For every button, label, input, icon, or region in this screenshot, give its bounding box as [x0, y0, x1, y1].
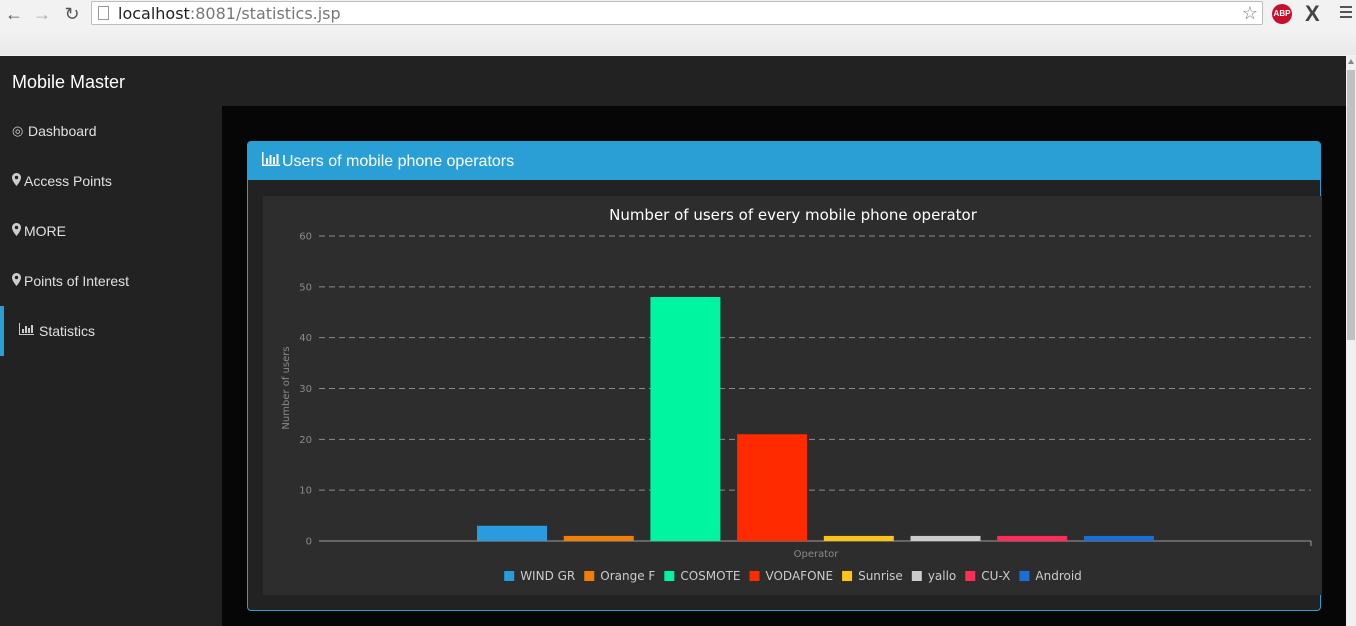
- legend-item: WIND GR: [520, 569, 575, 583]
- sidebar-item-dashboard[interactable]: ◎ Dashboard: [0, 106, 222, 156]
- sidebar-item-label: MORE: [24, 223, 66, 239]
- y-tick-label: 20: [299, 435, 312, 446]
- legend-swatch: [504, 571, 515, 581]
- sidebar-item-label: Points of Interest: [24, 273, 130, 289]
- browser-menu-icon[interactable]: [1340, 6, 1352, 21]
- legend-swatch: [749, 571, 760, 581]
- panel-header: Users of mobile phone operators: [248, 142, 1320, 180]
- sidebar-item-access-points[interactable]: Access Points: [0, 156, 222, 206]
- url-path: :8081/statistics.jsp: [189, 4, 341, 23]
- bar-sunrise: [823, 535, 894, 541]
- bar-android: [1083, 535, 1154, 541]
- legend-item: yallo: [928, 569, 956, 583]
- target-icon: ◎: [12, 123, 24, 138]
- scrollbar-thumb[interactable]: [1347, 70, 1355, 340]
- sidebar-item-label: Access Points: [24, 173, 112, 189]
- legend-swatch: [842, 571, 853, 581]
- sidebar-item-label: Dashboard: [28, 123, 97, 139]
- bar-chart-icon: [262, 152, 280, 171]
- bar-chart-icon: [19, 323, 34, 338]
- bar-vodafone: [737, 434, 808, 541]
- sidebar: ◎ Dashboard Access Points MORE Points of…: [0, 106, 222, 626]
- adblock-icon[interactable]: ABP: [1272, 4, 1292, 24]
- forward-arrow-icon[interactable]: →: [32, 4, 52, 24]
- app-brand[interactable]: Mobile Master: [12, 72, 125, 93]
- sidebar-item-label: Statistics: [39, 323, 96, 339]
- legend-item: COSMOTE: [680, 569, 740, 583]
- sidebar-item-statistics[interactable]: Statistics: [0, 306, 222, 356]
- legend-item: Orange F: [600, 569, 655, 583]
- map-marker-icon: [12, 223, 21, 239]
- y-tick-label: 10: [299, 486, 312, 497]
- scroll-up-arrow-icon[interactable]: [1348, 59, 1354, 64]
- legend-item: Android: [1035, 569, 1081, 583]
- url-text: localhost:8081/statistics.jsp: [118, 4, 341, 23]
- legend-swatch: [1019, 571, 1030, 581]
- legend-item: Sunrise: [858, 569, 903, 583]
- bookmark-star-icon[interactable]: ☆: [1242, 3, 1258, 24]
- y-tick-label: 0: [306, 537, 312, 548]
- sidebar-item-points-of-interest[interactable]: Points of Interest: [0, 256, 222, 306]
- map-marker-icon: [12, 173, 21, 189]
- address-bar[interactable]: localhost:8081/statistics.jsp ☆: [91, 1, 1263, 25]
- chart-title: Number of users of every mobile phone op…: [609, 206, 978, 224]
- browser-toolbar: ← → ↻ localhost:8081/statistics.jsp ☆ AB…: [0, 0, 1356, 57]
- y-axis-label: Number of users: [281, 346, 292, 429]
- legend-swatch: [965, 571, 976, 581]
- back-arrow-icon[interactable]: ←: [4, 4, 24, 24]
- extension-x-icon[interactable]: X: [1305, 1, 1320, 27]
- legend-item: CU-X: [981, 569, 1010, 583]
- bar-yallo: [910, 535, 981, 541]
- y-tick-label: 50: [299, 282, 312, 293]
- legend-swatch: [584, 571, 595, 581]
- panel-title: Users of mobile phone operators: [282, 153, 515, 170]
- sidebar-item-more[interactable]: MORE: [0, 206, 222, 256]
- y-tick-label: 60: [299, 232, 312, 243]
- bar-cosmote: [650, 297, 721, 541]
- map-marker-icon: [12, 273, 21, 289]
- url-host: localhost: [118, 4, 190, 23]
- bookmarks-bar: [0, 27, 1356, 55]
- bar-orange-f: [563, 535, 634, 541]
- page-icon: [98, 6, 109, 20]
- operators-bar-chart: 0 10 20 30 40 50 60 Number of users of every m…: [263, 196, 1322, 595]
- bar-cu-x: [997, 535, 1068, 541]
- chart-svg: 0 10 20 30 40 50 60 Number of users of every m…: [281, 206, 1312, 583]
- reload-icon[interactable]: ↻: [62, 4, 82, 24]
- y-tick-label: 40: [299, 333, 312, 344]
- x-axis-label: Operator: [794, 549, 840, 560]
- legend-swatch: [664, 571, 675, 581]
- y-tick-label: 30: [299, 384, 312, 395]
- legend-item: VODAFONE: [765, 569, 833, 583]
- page-scrollbar[interactable]: [1346, 56, 1356, 626]
- bar-wind-gr: [477, 525, 547, 541]
- app-navbar: Mobile Master: [0, 56, 1346, 106]
- legend-swatch: [911, 571, 922, 581]
